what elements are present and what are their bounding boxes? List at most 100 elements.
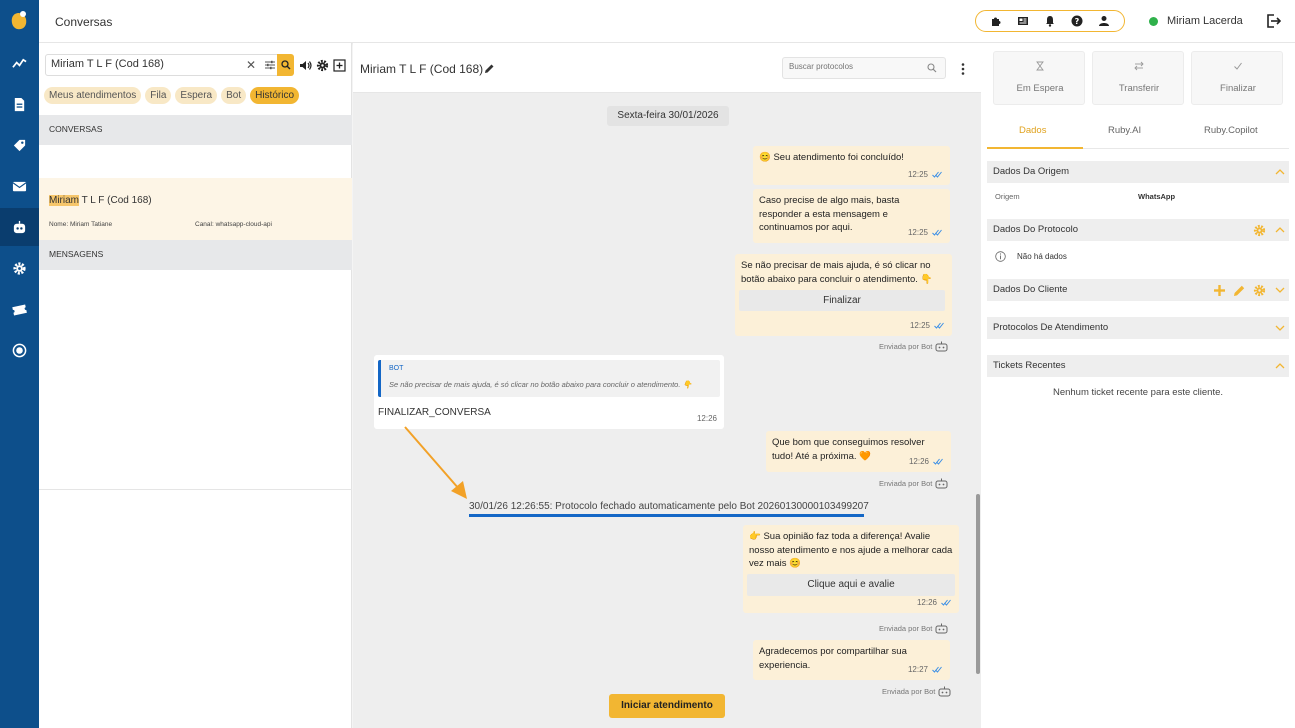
section-mensagens-header: MENSAGENS	[39, 240, 352, 270]
tab-dados[interactable]: Dados	[1019, 125, 1046, 136]
user-icon[interactable]	[1097, 14, 1111, 28]
settings-gear-icon[interactable]	[316, 59, 329, 72]
message-time: 12:25	[908, 226, 942, 240]
message-time: 12:26	[696, 414, 717, 423]
quoted-text: Se não precisar de mais ajuda, é só clic…	[389, 380, 692, 389]
search-button[interactable]	[277, 54, 294, 76]
section-dados-protocolo[interactable]: Dados Do Protocolo	[987, 219, 1289, 241]
origem-value: WhatsApp	[1138, 192, 1176, 201]
origem-label: Origem	[995, 192, 1020, 201]
finalizar-reply-button[interactable]: Finalizar	[739, 290, 945, 311]
conversation-list-item[interactable]: Miriam T L F (Cod 168) Nome: Miriam Tati…	[39, 178, 352, 240]
filter-chips: Meus atendimentos Fila Espera Bot Histór…	[44, 87, 300, 104]
start-service-button[interactable]: Iniciar atendimento	[609, 694, 725, 718]
read-ticks-icon	[932, 229, 942, 236]
bot-icon	[935, 478, 948, 489]
sent-by-bot: Enviada por Bot	[879, 478, 948, 489]
settings-gear-icon[interactable]	[1253, 224, 1266, 237]
clear-search-icon[interactable]: ✕	[246, 58, 256, 72]
incoming-message-bubble: BOT Se não precisar de mais ajuda, é só …	[374, 355, 724, 429]
filter-chip-fila[interactable]: Fila	[145, 87, 172, 104]
tab-ruby-ai[interactable]: Ruby.AI	[1108, 125, 1141, 136]
tag-icon[interactable]	[0, 126, 39, 164]
ticket-icon[interactable]	[0, 290, 39, 328]
left-nav	[0, 0, 39, 728]
filter-chip-historico[interactable]: Histórico	[250, 87, 300, 104]
chevron-down-icon[interactable]	[1275, 323, 1285, 333]
message-bubble: 👉 Sua opinião faz toda a diferença! Aval…	[743, 525, 959, 613]
conversation-canal: Canal: whatsapp-cloud-api	[195, 221, 272, 228]
protocol-search-input[interactable]	[789, 62, 919, 71]
search-icon[interactable]	[927, 63, 937, 73]
message-time: 12:25	[910, 319, 944, 333]
logout-icon[interactable]	[1265, 13, 1281, 29]
active-tab-indicator	[987, 147, 1083, 149]
conversation-search: ✕	[45, 54, 285, 76]
chat-scrollbar-thumb[interactable]	[976, 494, 980, 674]
name-highlight: Miriam	[49, 195, 79, 206]
section-dados-cliente[interactable]: Dados Do Cliente	[987, 279, 1289, 301]
chevron-up-icon[interactable]	[1275, 225, 1285, 235]
nps-icon[interactable]	[0, 331, 39, 369]
filter-sliders-icon[interactable]	[264, 59, 276, 71]
filter-chip-bot[interactable]: Bot	[221, 87, 247, 104]
tab-ruby-copilot[interactable]: Ruby.Copilot	[1204, 125, 1258, 136]
dashboard-icon[interactable]	[0, 44, 39, 82]
newspaper-icon[interactable]	[1016, 14, 1030, 28]
user-name[interactable]: Miriam Lacerda	[1167, 15, 1243, 27]
edit-pencil-icon[interactable]	[1233, 284, 1246, 297]
help-icon[interactable]: ?	[1070, 14, 1084, 28]
chevron-down-icon[interactable]	[1275, 285, 1285, 295]
protocol-search	[782, 57, 946, 79]
filter-chip-meus-atendimentos[interactable]: Meus atendimentos	[44, 87, 142, 104]
chevron-up-icon[interactable]	[1275, 167, 1285, 177]
filter-chip-espera[interactable]: Espera	[175, 87, 218, 104]
sent-by-bot: Enviada por Bot	[882, 686, 951, 697]
settings-gear-icon[interactable]	[1253, 284, 1266, 297]
quoted-message[interactable]: BOT Se não precisar de mais ajuda, é só …	[378, 360, 720, 397]
edit-pencil-icon[interactable]	[484, 63, 495, 74]
details-tabs: Dados Ruby.AI Ruby.Copilot	[987, 119, 1289, 149]
sound-icon[interactable]	[299, 59, 312, 72]
transferir-label: Transferir	[1118, 83, 1160, 94]
bell-icon[interactable]	[1043, 14, 1057, 28]
section-tickets-recentes[interactable]: Tickets Recentes	[987, 355, 1289, 377]
add-icon[interactable]	[1213, 284, 1226, 297]
conversation-list-panel: ✕ Meus atendimentos Fila Espera Bot Hist…	[39, 43, 352, 728]
transferir-button[interactable]: Transferir	[1092, 51, 1184, 105]
read-ticks-icon	[933, 458, 943, 465]
logo-icon[interactable]	[9, 10, 29, 32]
section-conversas-header: CONVERSAS	[39, 115, 352, 145]
message-bubble: Se não precisar de mais ajuda, é só clic…	[735, 254, 952, 336]
document-icon[interactable]	[0, 85, 39, 123]
conversation-search-input[interactable]	[51, 58, 241, 70]
puzzle-icon[interactable]	[989, 14, 1003, 28]
no-data-message: Não há dados	[995, 251, 1067, 262]
svg-text:?: ?	[1075, 17, 1080, 26]
settings-icon[interactable]	[0, 249, 39, 287]
more-options-icon[interactable]	[957, 62, 969, 76]
bot-icon	[938, 686, 951, 697]
chevron-up-icon[interactable]	[1275, 361, 1285, 371]
message-text: Se não precisar de mais ajuda, é só clic…	[741, 260, 933, 285]
message-time: 12:25	[908, 168, 942, 182]
check-icon	[1234, 62, 1242, 70]
finalizar-button[interactable]: Finalizar	[1191, 51, 1283, 105]
read-ticks-icon	[941, 599, 951, 606]
message-time: 12:27	[908, 663, 942, 677]
chat-title: Miriam T L F (Cod 168)	[360, 62, 484, 76]
em-espera-button[interactable]: Em Espera	[993, 51, 1085, 105]
annotation-arrow	[404, 426, 467, 499]
read-ticks-icon	[932, 666, 942, 673]
bot-icon[interactable]	[0, 208, 39, 246]
transfer-icon	[1134, 61, 1144, 71]
new-conversation-icon[interactable]	[333, 59, 346, 72]
name-rest: T L F (Cod 168)	[79, 195, 152, 206]
mail-icon[interactable]	[0, 167, 39, 205]
section-dados-origem[interactable]: Dados Da Origem	[987, 161, 1289, 183]
avaliar-link-button[interactable]: Clique aqui e avalie	[747, 574, 955, 596]
section-protocolos-atendimento[interactable]: Protocolos De Atendimento	[987, 317, 1289, 339]
header-toolbar: ?	[975, 10, 1125, 32]
hourglass-icon	[1036, 61, 1044, 71]
conversation-nome: Nome: Miriam Tatiane	[49, 221, 113, 228]
